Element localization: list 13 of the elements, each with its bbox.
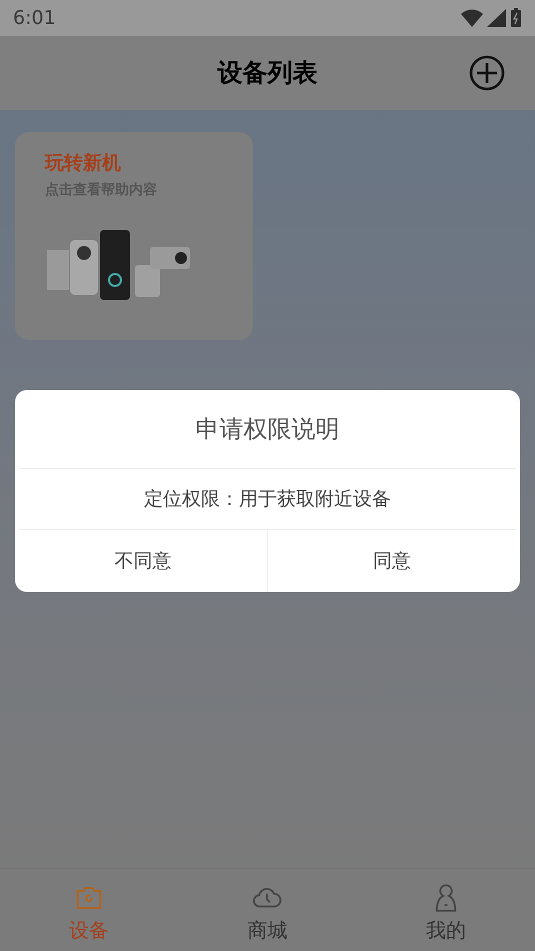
promo-title: 玩转新机 — [45, 151, 122, 176]
battery-icon — [510, 8, 522, 28]
nav-tab[interactable]: 我的 — [356, 869, 535, 951]
signal-icon — [487, 9, 506, 27]
dialog-message: 定位权限：用于获取附近设备 — [144, 486, 391, 512]
decline-button[interactable]: 不同意 — [19, 530, 267, 592]
status-time: 6:01 — [13, 6, 56, 31]
add-button[interactable] — [469, 55, 505, 91]
page-title: 设备列表 — [218, 57, 318, 90]
dialog-title: 申请权限说明 — [196, 414, 340, 445]
nav-tab[interactable]: 商城 — [178, 869, 357, 951]
wifi-icon — [461, 9, 483, 27]
agree-button[interactable]: 同意 — [267, 530, 516, 592]
